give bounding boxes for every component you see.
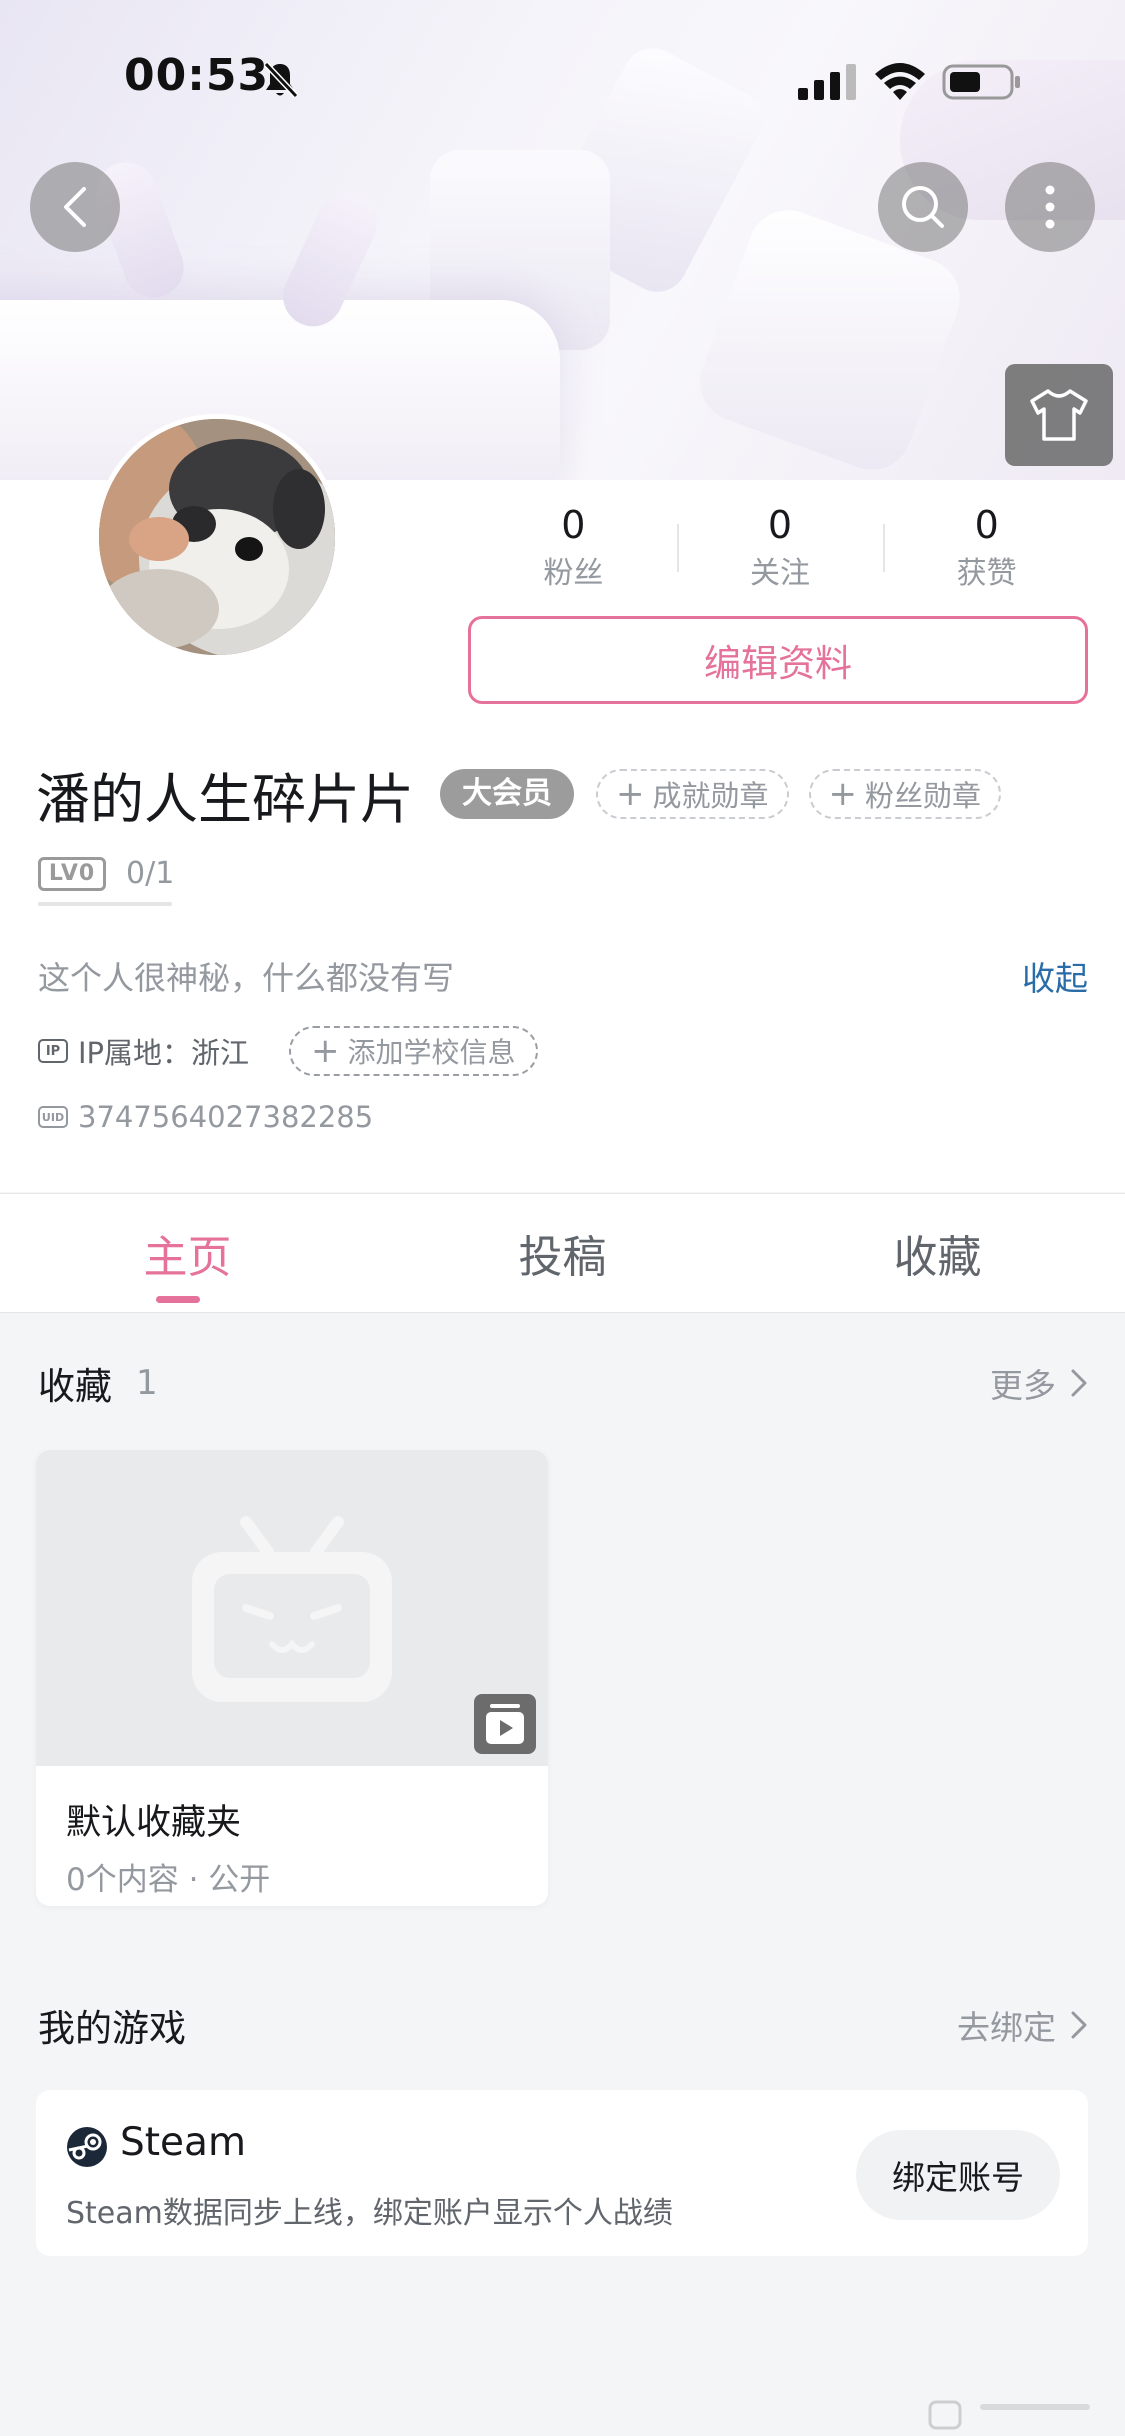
vip-badge[interactable]: 大会员 xyxy=(440,769,574,819)
chevron-right-icon xyxy=(1071,1369,1087,1397)
status-bar: 00:53 xyxy=(0,0,1125,160)
steam-icon xyxy=(67,2127,107,2167)
username: 潘的人生碎片片 xyxy=(36,767,414,831)
uid-row[interactable]: UID 3747564027382285 xyxy=(38,1100,373,1134)
plus-icon: + xyxy=(616,774,645,814)
profile-tabs: 主页 投稿 收藏 xyxy=(0,1193,1125,1313)
favorite-folder-card[interactable]: 默认收藏夹 0个内容 · 公开 xyxy=(36,1450,548,1906)
ip-row: IP IP属地：浙江 + 添加学校信息 xyxy=(38,1026,538,1076)
signal-icon xyxy=(798,64,856,100)
stat-value: 0 xyxy=(974,503,999,547)
search-icon xyxy=(902,186,944,228)
fan-medal-label: 粉丝勋章 xyxy=(865,779,982,813)
collapse-link[interactable]: 收起 xyxy=(1022,952,1088,1000)
stat-label: 获赞 xyxy=(956,556,1017,591)
tv-placeholder-icon xyxy=(192,1516,392,1702)
folder-cover xyxy=(36,1450,548,1766)
battery-icon xyxy=(942,64,1020,100)
profile-stats: 0 粉丝 0 关注 0 获赞 xyxy=(470,500,1090,600)
plus-icon: + xyxy=(311,1031,340,1071)
back-icon xyxy=(64,187,86,227)
playlist-icon xyxy=(474,1694,536,1754)
edit-profile-button[interactable]: 编辑资料 xyxy=(468,616,1088,704)
favorites-count: 1 xyxy=(136,1363,158,1403)
games-header: 我的游戏 去绑定 xyxy=(38,1998,1088,2052)
bio-text[interactable]: 这个人很神秘，什么都没有写 xyxy=(38,953,454,999)
name-row: 潘的人生碎片片 大会员 + 成就勋章 + 粉丝勋章 xyxy=(36,756,1021,832)
fan-medal-button[interactable]: + 粉丝勋章 xyxy=(808,769,1002,819)
status-time: 00:53 xyxy=(124,50,270,101)
ip-location: IP属地：浙江 xyxy=(78,1036,250,1070)
folder-name: 默认收藏夹 xyxy=(66,1803,242,1843)
outfit-icon xyxy=(1030,389,1088,441)
wifi-icon xyxy=(875,63,925,100)
avatar-dog-image xyxy=(99,419,335,655)
stat-label: 粉丝 xyxy=(543,556,604,591)
stat-fans[interactable]: 0 粉丝 xyxy=(470,500,677,600)
stat-value: 0 xyxy=(561,503,586,547)
bind-link-label: 去绑定 xyxy=(957,2008,1056,2047)
stat-likes[interactable]: 0 获赞 xyxy=(883,500,1090,600)
add-school-label: 添加学校信息 xyxy=(347,1036,516,1069)
tab-favorites[interactable]: 收藏 xyxy=(750,1194,1125,1312)
bell-slash-icon xyxy=(263,61,298,99)
bio-row: 这个人很神秘，什么都没有写 收起 xyxy=(38,952,1088,1000)
uid-icon: UID xyxy=(38,1106,68,1128)
ip-icon: IP xyxy=(38,1039,68,1063)
more-label: 更多 xyxy=(990,1366,1056,1405)
game-description: Steam数据同步上线，绑定账户显示个人战绩 xyxy=(66,2196,673,2231)
steam-game-card[interactable]: Steam Steam数据同步上线，绑定账户显示个人战绩 绑定账号 xyxy=(36,2090,1088,2256)
stat-label: 关注 xyxy=(750,556,810,591)
search-button[interactable] xyxy=(878,162,968,252)
favorites-title: 收藏 xyxy=(38,1365,112,1408)
games-title: 我的游戏 xyxy=(38,2007,186,2050)
tab-home[interactable]: 主页 xyxy=(0,1194,375,1312)
achievement-medal-label: 成就勋章 xyxy=(652,779,769,813)
more-icon xyxy=(1045,185,1055,229)
level-badge: LV0 xyxy=(38,856,106,891)
favorites-more-link[interactable]: 更多 xyxy=(990,1359,1088,1407)
outfit-button[interactable] xyxy=(1005,364,1113,466)
back-button[interactable] xyxy=(30,162,120,252)
stat-value: 0 xyxy=(767,503,793,547)
plus-icon: + xyxy=(828,774,858,814)
avatar[interactable] xyxy=(94,414,340,660)
bind-link[interactable]: 去绑定 xyxy=(957,2001,1088,2049)
chevron-right-icon xyxy=(1071,2011,1087,2039)
bind-account-button[interactable]: 绑定账号 xyxy=(856,2130,1060,2220)
add-school-button[interactable]: + 添加学校信息 xyxy=(289,1026,538,1076)
achievement-medal-button[interactable]: + 成就勋章 xyxy=(596,769,789,819)
uid-value: 3747564027382285 xyxy=(78,1100,374,1134)
level-progress-bar xyxy=(38,902,172,906)
level-exp: 0/1 xyxy=(126,856,175,891)
active-tab-indicator xyxy=(156,1296,200,1303)
game-name: Steam xyxy=(120,2120,246,2165)
stat-following[interactable]: 0 关注 xyxy=(676,500,884,600)
favorites-header: 收藏 1 更多 xyxy=(38,1356,1088,1410)
tab-uploads[interactable]: 投稿 xyxy=(375,1194,750,1312)
more-button[interactable] xyxy=(1005,162,1095,252)
level-row[interactable]: LV0 0/1 xyxy=(38,856,175,906)
home-indicator xyxy=(928,2400,1090,2430)
folder-meta: 0个内容 · 公开 xyxy=(66,1862,271,1898)
